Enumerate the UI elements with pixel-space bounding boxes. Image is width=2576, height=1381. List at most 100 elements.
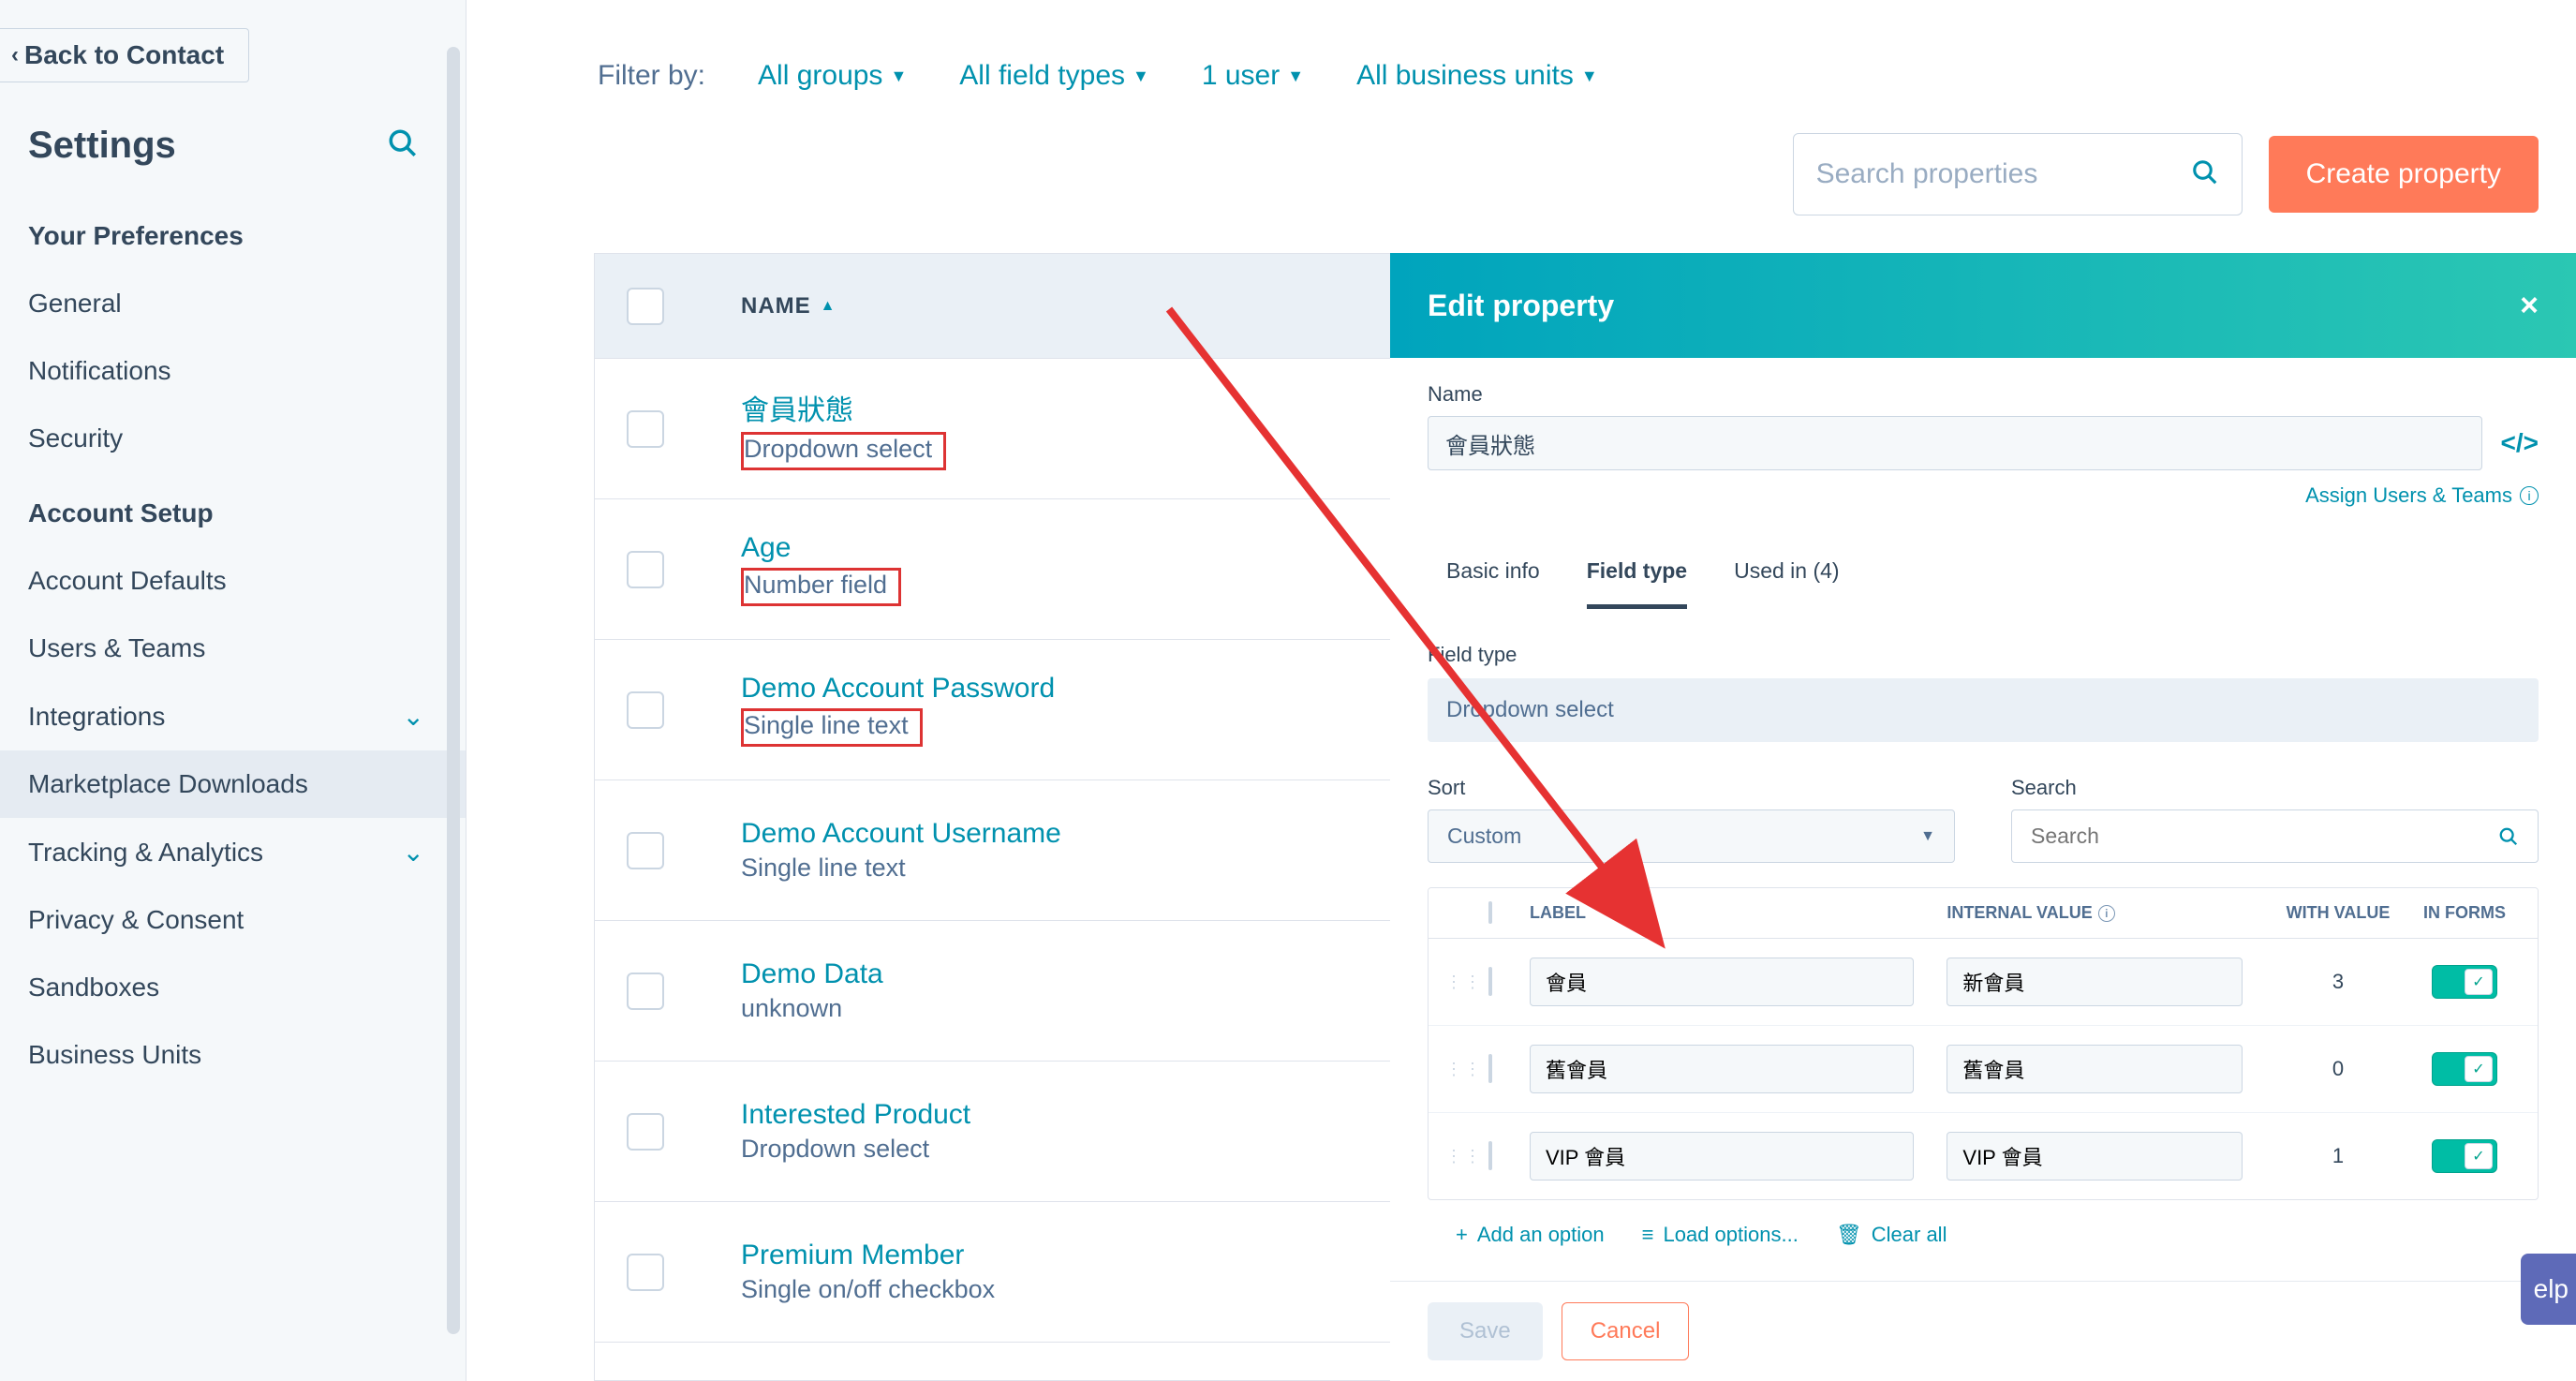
sidebar-item-security[interactable]: Security [0,405,466,472]
preferences-heading: Your Preferences [0,195,466,270]
sidebar-item-general[interactable]: General [0,270,466,337]
row-checkbox[interactable] [627,832,664,869]
option-with-value: 3 [2268,970,2408,994]
sidebar-item-sandboxes[interactable]: Sandboxes [0,954,466,1021]
tab-used-in[interactable]: Used in (4) [1734,549,1839,609]
select-all-options-checkbox[interactable] [1488,901,1492,924]
caret-down-icon: ▼ [1581,67,1598,86]
options-search-input[interactable] [2031,824,2498,849]
property-type: Single on/off checkbox [741,1275,995,1304]
property-link[interactable]: Demo Data [741,958,883,990]
edit-property-panel: Edit property × Name </> Assign Users & … [1390,253,2576,1381]
code-icon[interactable]: </> [2501,428,2539,458]
load-options-button[interactable]: ≡Load options... [1642,1223,1799,1247]
create-property-button[interactable]: Create property [2269,136,2539,213]
sidebar-item-users-teams[interactable]: Users & Teams [0,615,466,682]
property-link[interactable]: Premium Member [741,1240,995,1271]
cancel-button[interactable]: Cancel [1562,1302,1690,1360]
row-checkbox[interactable] [627,1113,664,1151]
table-row: Demo Account Username Single line text [595,780,1390,921]
table-row: Demo Account Password Single line text [595,640,1390,780]
sidebar-item-notifications[interactable]: Notifications [0,337,466,405]
save-button[interactable]: Save [1428,1302,1543,1360]
panel-title: Edit property [1428,289,1614,323]
sidebar-item-marketplace-downloads[interactable]: Marketplace Downloads [0,750,466,818]
close-icon[interactable]: × [2520,288,2539,324]
option-checkbox[interactable] [1488,1141,1492,1170]
property-name-input[interactable] [1428,416,2482,470]
option-checkbox[interactable] [1488,1054,1492,1083]
option-label-input[interactable] [1530,1132,1914,1181]
in-forms-toggle[interactable]: ✓ [2432,965,2497,999]
filter-business-units[interactable]: All business units▼ [1356,60,1598,92]
property-type: Dropdown select [741,1135,929,1164]
property-type: Number field [741,568,901,606]
help-widget[interactable]: elp [2521,1254,2576,1325]
search-icon [2191,158,2219,191]
filter-users[interactable]: 1 user▼ [1202,60,1304,92]
trash-icon: 🗑 [1836,1223,1862,1247]
sidebar-item-account-defaults[interactable]: Account Defaults [0,547,466,615]
sidebar-item-business-units[interactable]: Business Units [0,1021,466,1089]
option-internal-input[interactable] [1947,1132,2242,1181]
option-actions: +Add an option ≡Load options... 🗑Clear a… [1428,1223,2539,1247]
row-checkbox[interactable] [627,410,664,448]
sort-asc-icon: ▲ [821,298,836,315]
table-row: Interested Product Dropdown select [595,1062,1390,1202]
row-checkbox[interactable] [627,973,664,1010]
with-value-header: WITH VALUE [2268,903,2408,923]
option-checkbox[interactable] [1488,967,1492,996]
field-type-value: Dropdown select [1428,678,2539,742]
row-checkbox[interactable] [627,1254,664,1291]
sort-select[interactable]: Custom ▼ [1428,809,1955,863]
panel-footer: Save Cancel [1390,1281,2576,1381]
sidebar-item-tracking-analytics[interactable]: Tracking & Analytics⌄ [0,818,466,886]
assign-users-teams-link[interactable]: Assign Users & Teams i [1428,483,2539,508]
plus-icon: + [1456,1223,1468,1247]
option-label-input[interactable] [1530,1045,1914,1093]
in-forms-toggle[interactable]: ✓ [2432,1139,2497,1173]
caret-down-icon: ▼ [890,67,907,86]
drag-handle-icon[interactable]: ⋮⋮ [1445,1065,1488,1073]
row-checkbox[interactable] [627,691,664,729]
drag-handle-icon[interactable]: ⋮⋮ [1445,1152,1488,1160]
property-link[interactable]: Age [741,532,901,564]
drag-handle-icon[interactable]: ⋮⋮ [1445,978,1488,986]
search-label: Search [2011,776,2539,800]
property-type: unknown [741,994,842,1023]
sidebar-item-integrations[interactable]: Integrations⌄ [0,682,466,750]
property-link[interactable]: Demo Account Password [741,673,1055,705]
option-label-input[interactable] [1530,958,1914,1006]
options-search[interactable] [2011,809,2539,863]
tab-field-type[interactable]: Field type [1587,549,1687,609]
tab-basic-info[interactable]: Basic info [1446,549,1540,609]
add-option-button[interactable]: +Add an option [1456,1223,1605,1247]
chevron-down-icon: ⌄ [403,701,424,732]
option-internal-input[interactable] [1947,1045,2242,1093]
row-checkbox[interactable] [627,551,664,588]
search-icon[interactable] [387,127,419,164]
clear-all-button[interactable]: 🗑Clear all [1836,1223,1947,1247]
filter-by-label: Filter by: [598,60,705,92]
info-icon: i [2098,905,2115,922]
name-label: Name [1428,382,2539,407]
property-link[interactable]: Demo Account Username [741,818,1061,850]
option-internal-input[interactable] [1947,958,2242,1006]
property-link[interactable]: 會員狀態 [741,387,946,428]
table-row: 會員狀態 Dropdown select [595,359,1390,499]
search-icon [2498,826,2519,847]
filter-groups[interactable]: All groups▼ [758,60,907,92]
back-to-contact-button[interactable]: ‹ Back to Contact [0,28,249,82]
in-forms-toggle[interactable]: ✓ [2432,1052,2497,1086]
search-properties-input[interactable] [1816,158,2191,190]
search-properties-box[interactable] [1793,133,2243,215]
filter-field-types[interactable]: All field types▼ [959,60,1149,92]
sidebar-item-privacy-consent[interactable]: Privacy & Consent [0,886,466,954]
sidebar-scrollbar[interactable] [447,47,460,1334]
account-heading: Account Setup [0,472,466,547]
name-column-header[interactable]: NAME ▲ [741,293,836,319]
property-link[interactable]: Interested Product [741,1099,970,1131]
select-all-checkbox[interactable] [627,288,664,325]
chevron-left-icon: ‹ [11,42,19,68]
settings-title: Settings [28,125,176,167]
